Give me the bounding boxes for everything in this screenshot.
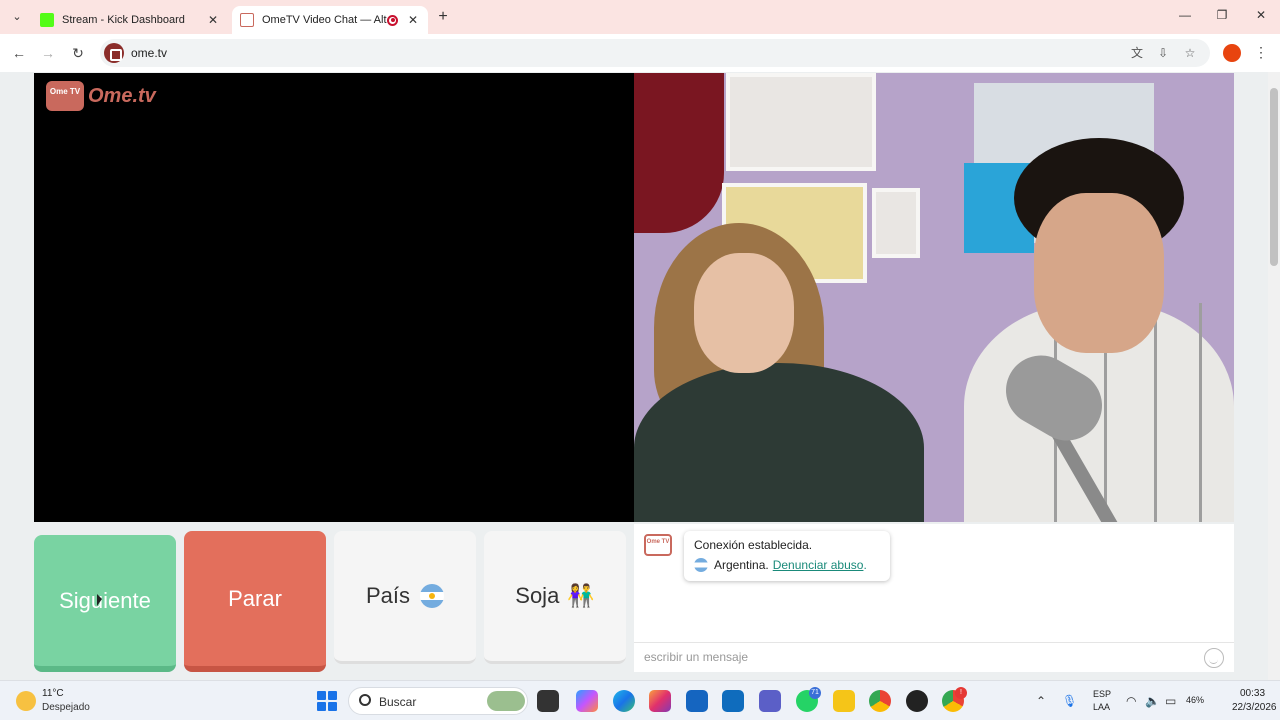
search-highlight-image	[487, 691, 525, 711]
close-tab-icon[interactable]: ✕	[406, 13, 420, 27]
argentina-flag-icon	[420, 584, 445, 608]
clock-date[interactable]: 22/3/2026	[1232, 702, 1277, 713]
connected-message: Conexión establecida.	[694, 538, 813, 552]
battery-percent[interactable]: 46%	[1186, 695, 1204, 705]
guitar-image	[634, 73, 724, 233]
logo-tv-icon: Ome TV	[46, 81, 84, 111]
person-left-body	[634, 363, 924, 522]
gender-button-label: Soja	[515, 583, 560, 608]
message-input[interactable]: escribir un mensaje	[634, 642, 1234, 672]
ometv-logo: Ome TV Ome.tv	[46, 81, 156, 111]
shirt-stripe	[1154, 303, 1157, 522]
obs-icon[interactable]	[906, 690, 928, 712]
emoji-icon[interactable]	[1204, 648, 1224, 668]
weather-temperature[interactable]: 11°C	[42, 688, 64, 699]
url-text[interactable]: ome.tv	[131, 46, 167, 60]
site-camera-icon[interactable]	[104, 43, 124, 63]
next-button-label: Siguiente	[59, 587, 151, 613]
volume-icon[interactable]: 🔈	[1145, 694, 1160, 708]
stranger-country: Argentina	[714, 558, 766, 572]
chat-panel: Ome TV Conexión establecida. Argentina .…	[634, 524, 1234, 672]
forward-button[interactable]: →	[39, 44, 57, 62]
language-top[interactable]: ESP	[1093, 689, 1111, 699]
recording-indicator-icon	[387, 14, 398, 26]
tab-search-menu-button[interactable]: ⌄	[8, 8, 26, 26]
start-windows-icon[interactable]	[317, 691, 337, 711]
store-icon[interactable]	[686, 690, 708, 712]
teams-icon[interactable]	[759, 690, 781, 712]
scrollbar-thumb[interactable]	[1270, 88, 1278, 266]
copilot-icon[interactable]	[576, 690, 598, 712]
tab-title: Stream - Kick Dashboard	[62, 14, 185, 26]
weather-moon-icon[interactable]	[16, 691, 36, 711]
country-button-label: País	[365, 583, 411, 608]
logo-text: Ome.tv	[88, 84, 156, 107]
system-message: Conexión establecida. Argentina . Denunc…	[684, 531, 890, 581]
country-button[interactable]: País	[334, 531, 476, 664]
ometv-favicon-icon	[240, 13, 254, 27]
report-suffix: .	[863, 558, 867, 572]
tab-ometv[interactable]: OmeTV Video Chat — Alte ✕	[232, 6, 428, 34]
address-bar[interactable]: ome.tv 文 ⇩ ☆	[100, 39, 1210, 67]
outlook-icon[interactable]	[722, 690, 744, 712]
shirt-stripe	[1199, 303, 1202, 522]
person-left-face	[694, 253, 794, 373]
language-bottom[interactable]: LAA	[1093, 702, 1110, 712]
minimize-button[interactable]: —	[1175, 8, 1195, 22]
close-tab-icon[interactable]: ✕	[206, 13, 220, 27]
browser-toolbar: ← → ↻ ome.tv 文 ⇩ ☆ ⋮	[0, 34, 1280, 72]
couple-icon: 👫	[567, 583, 595, 608]
person-right-face	[1034, 193, 1164, 353]
weather-description[interactable]: Despejado	[42, 702, 90, 713]
close-window-button[interactable]: ✕	[1251, 8, 1271, 22]
task-view-icon[interactable]	[537, 690, 559, 712]
tab-kick-dashboard[interactable]: Stream - Kick Dashboard ✕	[32, 6, 228, 34]
wifi-icon[interactable]: ◠	[1126, 694, 1136, 708]
edge-icon[interactable]	[613, 690, 635, 712]
report-abuse-link[interactable]: Denunciar abuso	[773, 558, 864, 572]
search-icon	[359, 694, 371, 706]
battery-icon[interactable]: ▭	[1165, 694, 1176, 708]
wall-painting	[726, 73, 876, 171]
back-button[interactable]: ←	[10, 44, 28, 62]
tab-title: OmeTV Video Chat — Alte	[262, 14, 387, 26]
gender-button[interactable]: Soja 👫	[484, 531, 626, 664]
ometv-page: Ome TV Ome.tv Siguiente Parar País Soja …	[0, 72, 1280, 680]
chrome-badge: !	[955, 687, 967, 699]
chrome-icon[interactable]	[869, 690, 891, 712]
show-hidden-icons-chevron-icon[interactable]: ⌃	[1036, 694, 1046, 708]
file-explorer-icon[interactable]	[833, 690, 855, 712]
install-app-icon[interactable]: ⇩	[1155, 45, 1171, 61]
stranger-video-panel	[634, 73, 1234, 522]
stop-button[interactable]: Parar	[184, 531, 326, 672]
own-video-panel: Ome TV Ome.tv	[34, 73, 634, 522]
stop-button-label: Parar	[228, 585, 282, 611]
clock-time[interactable]: 00:33	[1240, 688, 1265, 699]
microphone-icon[interactable]: 🎙	[1062, 694, 1077, 708]
browser-menu-icon[interactable]: ⋮	[1254, 44, 1268, 61]
search-label: Buscar	[379, 695, 417, 709]
whatsapp-badge: 71	[809, 687, 821, 699]
restore-button[interactable]: ❐	[1212, 8, 1232, 22]
translate-icon[interactable]: 文	[1129, 45, 1145, 61]
profile-avatar[interactable]	[1223, 44, 1241, 62]
separator: .	[765, 558, 769, 572]
taskbar: 11°C Despejado Buscar 71 ! ⌃ 🎙 ESP LAA ◠…	[0, 680, 1280, 720]
wall-photo	[872, 188, 920, 258]
new-tab-button[interactable]: +	[434, 8, 452, 26]
argentina-flag-icon	[694, 558, 708, 572]
next-button[interactable]: Siguiente	[34, 535, 176, 672]
taskbar-search[interactable]: Buscar	[348, 687, 528, 715]
chat-logo-icon: Ome TV	[644, 534, 672, 556]
mouse-cursor-icon	[97, 594, 102, 606]
reload-button[interactable]: ↻	[69, 44, 87, 62]
tab-strip: ⌄ Stream - Kick Dashboard ✕ OmeTV Video …	[0, 0, 1280, 34]
kick-favicon-icon	[40, 13, 54, 27]
instagram-icon[interactable]	[649, 690, 671, 712]
bookmark-star-icon[interactable]: ☆	[1182, 45, 1198, 61]
